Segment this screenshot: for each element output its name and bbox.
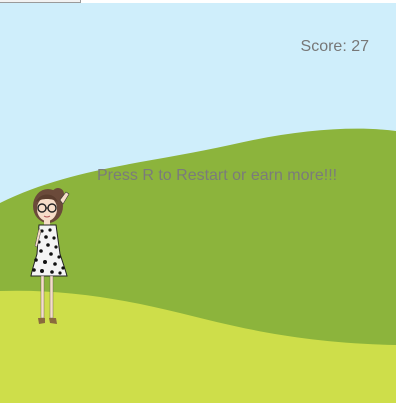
score-display: Score: 27 [300, 38, 369, 55]
game-canvas[interactable]: Score: 27 Press R to Restart or earn mor… [0, 3, 396, 403]
girl-character-icon [26, 184, 72, 335]
restart-message: Press R to Restart or earn more!!! [97, 167, 338, 184]
right-edge [396, 3, 400, 403]
